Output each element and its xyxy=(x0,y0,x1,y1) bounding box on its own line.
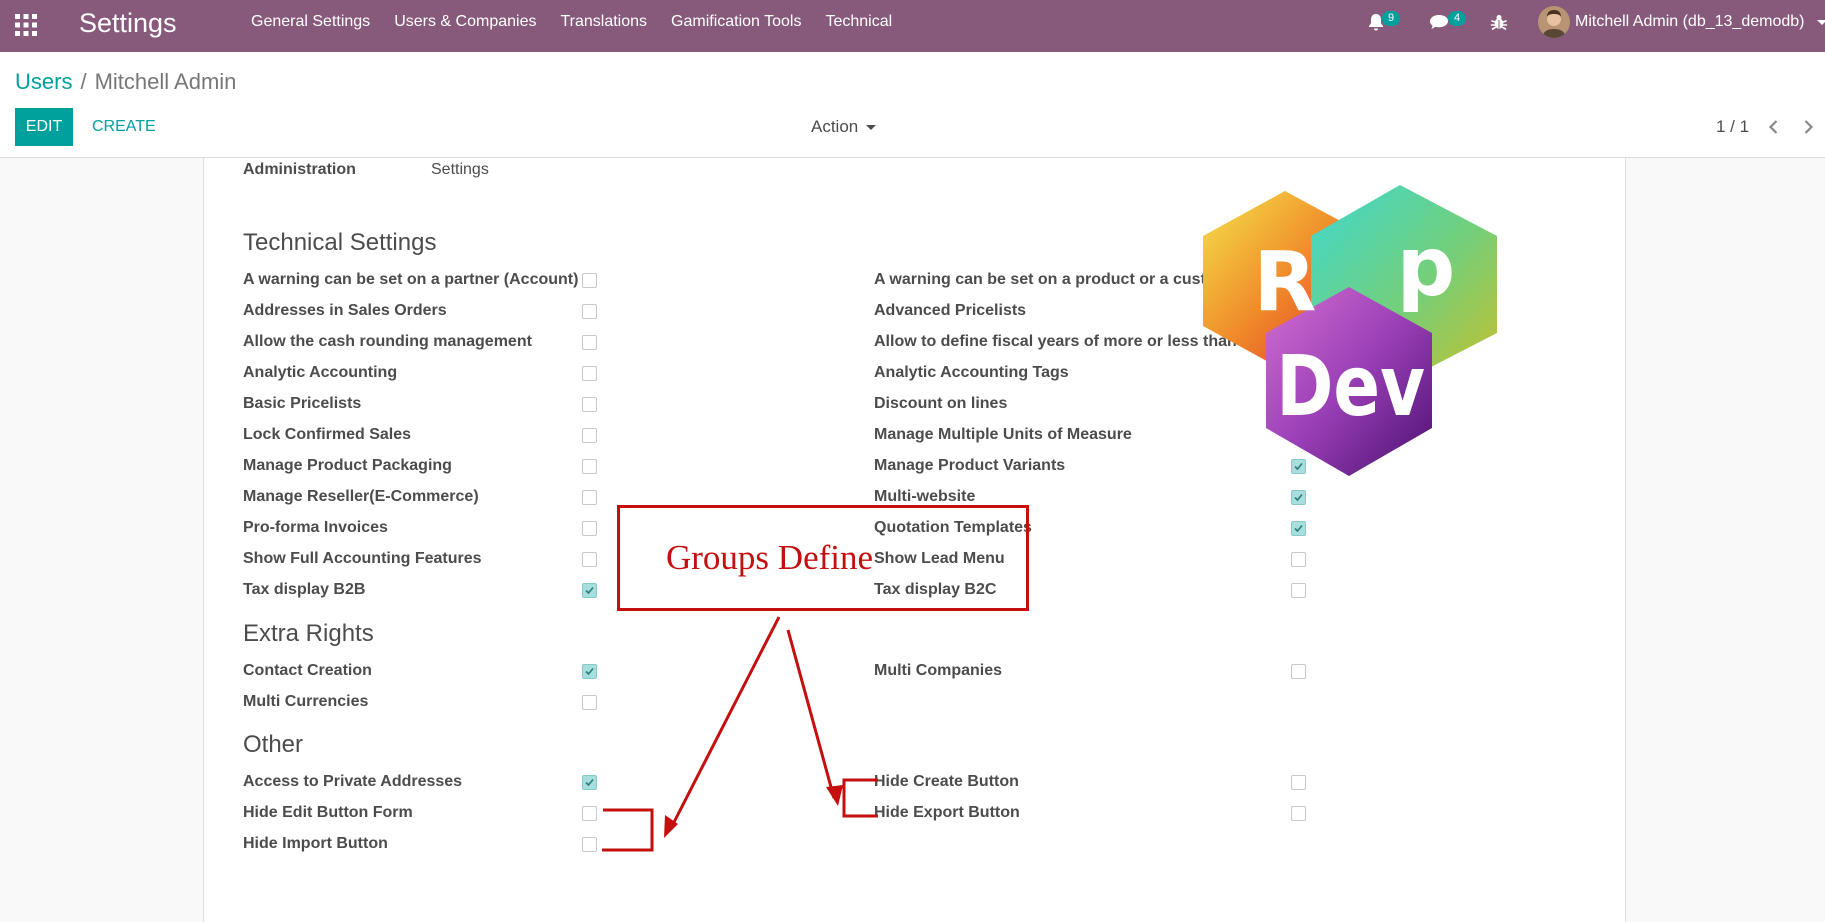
field-label-multi-currencies: Multi Currencies xyxy=(243,693,369,710)
other-title: Other xyxy=(243,731,304,758)
breadcrumb-users[interactable]: Users xyxy=(15,69,72,94)
menu-translations[interactable]: Translations xyxy=(548,0,659,44)
checkmark-icon xyxy=(585,667,594,676)
checkbox-allow-the-cash-rounding-management[interactable] xyxy=(582,335,597,350)
field-label-hide-create-button: Hide Create Button xyxy=(874,773,1019,790)
checkbox-basic-pricelists[interactable] xyxy=(582,397,597,412)
field-label-multi-website: Multi-website xyxy=(874,488,976,505)
checkmark-icon xyxy=(1294,524,1303,533)
field-label-analytic-accounting: Analytic Accounting xyxy=(243,364,398,381)
field-label-pro-forma-invoices: Pro-forma Invoices xyxy=(243,519,388,536)
bug-icon xyxy=(1490,15,1508,30)
messages-button[interactable]: 4 xyxy=(1428,0,1468,44)
field-label-manage-product-variants: Manage Product Variants xyxy=(874,457,1066,474)
messages-badge: 4 xyxy=(1448,11,1466,26)
administration-value[interactable]: Settings xyxy=(431,160,489,180)
field-label-discount-on-lines: Discount on lines xyxy=(874,395,1008,412)
field-label-allow-to-define-fiscal-years-of-more-or-less-than-a: Allow to define fiscal years of more or … xyxy=(874,333,1251,350)
apps-grid-icon[interactable] xyxy=(14,13,38,37)
checkbox-quotation-templates[interactable] xyxy=(1291,521,1306,536)
field-label-a-warning-can-be-set-on-a-product-or-a-custom: A warning can be set on a product or a c… xyxy=(874,271,1230,288)
checkbox-analytic-accounting[interactable] xyxy=(582,366,597,381)
field-label-basic-pricelists: Basic Pricelists xyxy=(243,395,362,412)
checkbox-lock-confirmed-sales[interactable] xyxy=(582,428,597,443)
pager-next-icon[interactable] xyxy=(1798,117,1818,137)
field-label-manage-multiple-units-of-measure: Manage Multiple Units of Measure xyxy=(874,426,1132,443)
user-name: Mitchell Admin (db_13_demodb) xyxy=(1575,13,1805,30)
checkbox-manage-product-packaging[interactable] xyxy=(582,459,597,474)
field-label-multi-companies: Multi Companies xyxy=(874,662,1003,679)
control-panel: Users / Mitchell Admin EDIT CREATE Action … xyxy=(0,52,1825,158)
field-label-hide-import-button: Hide Import Button xyxy=(243,835,388,852)
checkbox-manage-reseller-e-commerce[interactable] xyxy=(582,490,597,505)
checkbox-tax-display-b2b[interactable] xyxy=(582,583,597,598)
notifications-button[interactable]: 9 xyxy=(1366,0,1402,44)
checkbox-multi-currencies[interactable] xyxy=(582,695,597,710)
field-label-hide-export-button: Hide Export Button xyxy=(874,804,1020,821)
checkbox-access-to-private-addresses[interactable] xyxy=(582,775,597,790)
field-label-lock-confirmed-sales: Lock Confirmed Sales xyxy=(243,426,412,443)
edit-button[interactable]: EDIT xyxy=(15,108,73,146)
menu-gamification-tools[interactable]: Gamification Tools xyxy=(659,0,813,44)
field-label-show-full-accounting-features: Show Full Accounting Features xyxy=(243,550,482,567)
checkbox-contact-creation[interactable] xyxy=(582,664,597,679)
technical-settings-title: Technical Settings xyxy=(243,229,437,256)
checkbox-manage-product-variants[interactable] xyxy=(1291,459,1306,474)
checkmark-icon xyxy=(1294,493,1303,502)
checkmark-icon xyxy=(585,586,594,595)
user-avatar xyxy=(1538,6,1570,38)
field-label-access-to-private-addresses: Access to Private Addresses xyxy=(243,773,463,790)
chevron-down-icon xyxy=(866,125,877,131)
create-button[interactable]: CREATE xyxy=(86,108,162,146)
field-label-addresses-in-sales-orders: Addresses in Sales Orders xyxy=(243,302,447,319)
debug-button[interactable] xyxy=(1490,0,1510,44)
field-label-manage-product-packaging: Manage Product Packaging xyxy=(243,457,452,474)
extra-rights-title: Extra Rights xyxy=(243,620,374,647)
field-label-allow-the-cash-rounding-management: Allow the cash rounding management xyxy=(243,333,532,350)
field-label-quotation-templates: Quotation Templates xyxy=(874,519,1032,536)
checkbox-multi-companies[interactable] xyxy=(1291,664,1306,679)
checkbox-hide-export-button[interactable] xyxy=(1291,806,1306,821)
user-menu[interactable]: Mitchell Admin (db_13_demodb) xyxy=(1538,0,1825,44)
user-menu-caret xyxy=(1817,20,1825,25)
field-label-show-lead-menu: Show Lead Menu xyxy=(874,550,1005,567)
menu-users-companies[interactable]: Users & Companies xyxy=(382,0,548,44)
notifications-badge: 9 xyxy=(1382,11,1400,26)
action-dropdown[interactable]: Action xyxy=(811,108,877,146)
checkbox-tax-display-b2c[interactable] xyxy=(1291,583,1306,598)
form-sheet: Administration Settings Technical Settin… xyxy=(203,158,1626,922)
breadcrumb-current: Mitchell Admin xyxy=(94,69,237,94)
checkbox-a-warning-can-be-set-on-a-partner-account[interactable] xyxy=(582,273,597,288)
field-label-a-warning-can-be-set-on-a-partner-account: A warning can be set on a partner (Accou… xyxy=(243,271,579,288)
field-label-manage-reseller-e-commerce: Manage Reseller(E-Commerce) xyxy=(243,488,479,505)
field-label-tax-display-b2b: Tax display B2B xyxy=(243,581,366,598)
field-label-analytic-accounting-tags: Analytic Accounting Tags xyxy=(874,364,1069,381)
checkbox-hide-import-button[interactable] xyxy=(582,837,597,852)
main-menu: General Settings Users & Companies Trans… xyxy=(239,0,904,44)
chat-icon xyxy=(1430,15,1448,29)
checkbox-addresses-in-sales-orders[interactable] xyxy=(582,304,597,319)
checkbox-hide-edit-button-form[interactable] xyxy=(582,806,597,821)
menu-technical[interactable]: Technical xyxy=(813,0,904,44)
field-label-tax-display-b2c: Tax display B2C xyxy=(874,581,997,598)
top-navbar: Settings General Settings Users & Compan… xyxy=(0,0,1825,52)
menu-general-settings[interactable]: General Settings xyxy=(239,0,382,44)
checkbox-multi-website[interactable] xyxy=(1291,490,1306,505)
action-dropdown-label: Action xyxy=(811,117,859,136)
breadcrumb: Users / Mitchell Admin xyxy=(15,66,236,98)
pager-value[interactable]: 1 / 1 xyxy=(1716,108,1749,146)
administration-label: Administration xyxy=(243,161,356,178)
checkbox-show-full-accounting-features[interactable] xyxy=(582,552,597,567)
checkmark-icon xyxy=(585,778,594,787)
app-title[interactable]: Settings xyxy=(79,6,177,40)
checkbox-hide-create-button[interactable] xyxy=(1291,775,1306,790)
breadcrumb-separator: / xyxy=(80,69,87,94)
field-label-contact-creation: Contact Creation xyxy=(243,662,372,679)
checkmark-icon xyxy=(1294,462,1303,471)
field-label-hide-edit-button-form: Hide Edit Button Form xyxy=(243,804,413,821)
pager-previous-icon[interactable] xyxy=(1764,117,1784,137)
checkbox-pro-forma-invoices[interactable] xyxy=(582,521,597,536)
checkbox-show-lead-menu[interactable] xyxy=(1291,552,1306,567)
field-label-advanced-pricelists: Advanced Pricelists xyxy=(874,302,1027,319)
